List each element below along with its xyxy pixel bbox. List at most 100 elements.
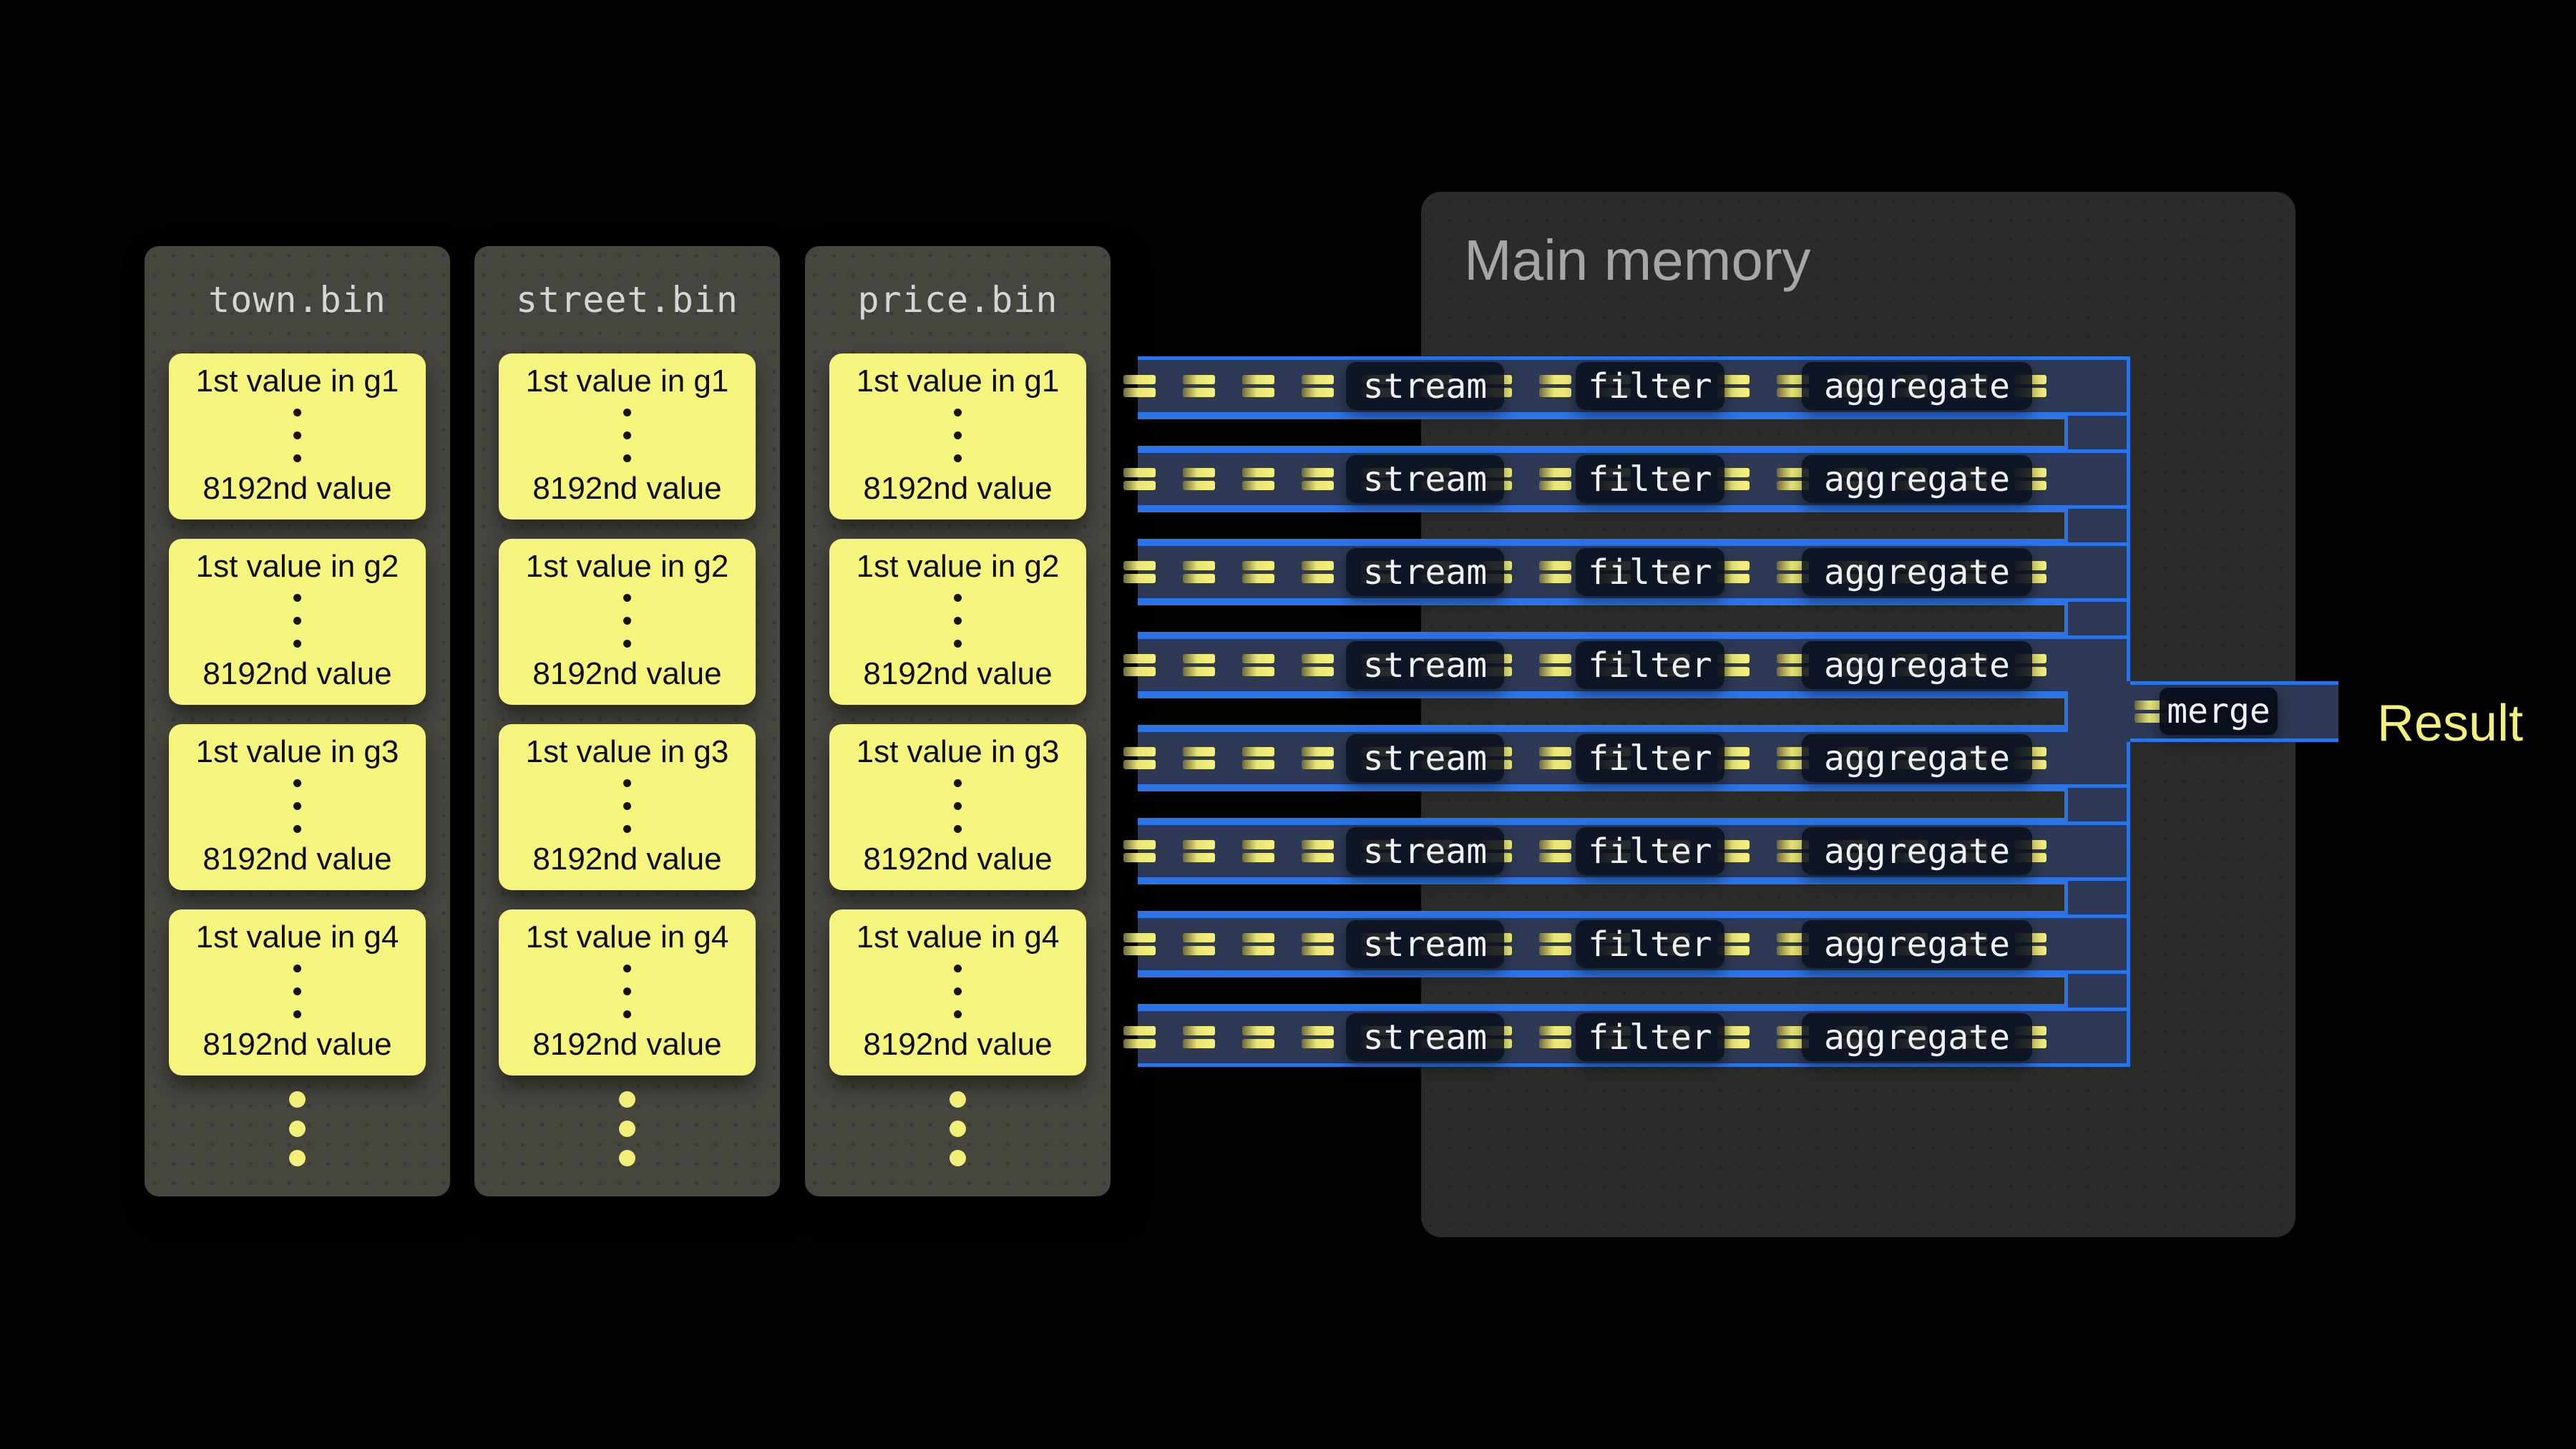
card-last-value: 8192nd value [863, 1028, 1052, 1061]
lane-spacer [1138, 602, 2068, 635]
pipeline-lane: streamfilteraggregate [1138, 542, 2130, 602]
stage-box-stream: stream [1346, 548, 1504, 596]
ellipsis-dot [950, 1150, 966, 1166]
lane-spacer [1138, 788, 2068, 821]
ellipsis-dot [954, 431, 962, 439]
file-title: street.bin [474, 279, 780, 321]
value-card: 1st value in g48192nd value [169, 909, 426, 1075]
pipeline-lane: streamfilteraggregate [1138, 635, 2130, 695]
value-card: 1st value in g38192nd value [829, 724, 1086, 890]
value-card: 1st value in g18192nd value [829, 353, 1086, 519]
stage-box-aggregate: aggregate [1802, 455, 2032, 503]
ellipsis-dot [289, 1121, 306, 1137]
card-first-value: 1st value in g3 [526, 736, 729, 769]
dash-mark [1302, 747, 1334, 769]
dash-mark [1123, 468, 1156, 490]
pipeline-lane: streamfilteraggregate [1138, 449, 2130, 509]
ellipsis-dot [954, 594, 962, 602]
stage-box-aggregate: aggregate [1802, 362, 2032, 410]
dash-mark [1539, 933, 1571, 955]
ellipsis-dot [954, 409, 962, 416]
stage-box-aggregate: aggregate [1802, 641, 2032, 689]
merge-box: merge [2160, 688, 2278, 735]
stage-box-filter: filter [1576, 734, 1724, 782]
card-first-value: 1st value in g3 [857, 736, 1060, 769]
stage-box-stream: stream [1346, 827, 1504, 875]
card-ellipsis [954, 409, 962, 462]
card-last-value: 8192nd value [532, 843, 721, 876]
dash-mark [1242, 747, 1274, 769]
dash-mark [1302, 933, 1334, 955]
file-title: price.bin [805, 279, 1111, 321]
pipeline-lane: streamfilteraggregate [1138, 1008, 2130, 1067]
ellipsis-dot [293, 987, 301, 995]
ellipsis-dot [293, 594, 301, 602]
card-last-value: 8192nd value [532, 658, 721, 691]
card-first-value: 1st value in g4 [857, 921, 1060, 954]
dash-mark [1242, 1026, 1274, 1048]
merge-band: merge [2068, 681, 2338, 742]
diagram-canvas: { "files": [ { "title": "town.bin", "car… [0, 0, 2576, 1449]
dash-mark [1242, 468, 1274, 490]
ellipsis-dot [623, 409, 631, 416]
stage-box-aggregate: aggregate [1802, 734, 2032, 782]
value-card: 1st value in g3 8192nd value [499, 724, 756, 890]
dash-mark [1183, 933, 1215, 955]
ellipsis-dot [293, 1010, 301, 1018]
ellipsis-dot [293, 825, 301, 833]
file-box-price.bin: price.bin 1st value in g18192nd value 1st … [805, 246, 1111, 1196]
value-card: 1st value in g4 8192nd value [829, 909, 1086, 1075]
ellipsis-dot [950, 1091, 966, 1108]
dash-mark [1302, 840, 1334, 862]
dash-mark [1302, 654, 1334, 676]
dash-mark [1539, 747, 1571, 769]
dash-mark [1242, 561, 1274, 583]
lane-spacer [1138, 509, 2068, 542]
ellipsis-dot [623, 594, 631, 602]
card-ellipsis [293, 594, 301, 648]
pipeline-lane: streamfilteraggregate [1138, 356, 2130, 416]
dash-mark [1539, 840, 1571, 862]
file-box-street.bin: street.bin1st value in g18192nd value1st… [474, 246, 780, 1196]
card-ellipsis [954, 965, 962, 1018]
card-ellipsis [623, 409, 631, 462]
card-last-value: 8192nd value [203, 658, 391, 691]
ellipsis-dot [623, 779, 631, 787]
dash-mark [1183, 1026, 1215, 1048]
ellipsis-dot [619, 1091, 635, 1108]
ellipsis-dot [954, 802, 962, 810]
card-last-value: 8192nd value [532, 1028, 721, 1061]
ellipsis-dot [293, 431, 301, 439]
ellipsis-dot [293, 640, 301, 648]
merge-band-top-edge [2130, 681, 2338, 685]
ellipsis-dot [623, 1010, 631, 1018]
ellipsis-dot [623, 802, 631, 810]
lane-spacer [1138, 974, 2068, 1008]
ellipsis-dot [623, 965, 631, 972]
ellipsis-dot [954, 1010, 962, 1018]
card-ellipsis [293, 965, 301, 1018]
ellipsis-dot [954, 617, 962, 625]
merge-band-bottom-edge [2130, 738, 2338, 742]
dash-mark [1302, 468, 1334, 490]
ellipsis-dot [623, 987, 631, 995]
ellipsis-dot [950, 1121, 966, 1137]
card-first-value: 1st value in g1 [196, 365, 399, 398]
ellipsis-dot [954, 825, 962, 833]
ellipsis-dot [293, 454, 301, 462]
card-first-value: 1st value in g2 [196, 550, 399, 583]
dash-mark [1539, 1026, 1571, 1048]
card-last-value: 8192nd value [863, 658, 1052, 691]
card-list: 1st value in g1 8192nd value 1st value in … [169, 353, 426, 1075]
pipeline-lane: streamfilteraggregate [1138, 728, 2130, 788]
card-ellipsis [623, 594, 631, 648]
dash-mark [1539, 375, 1571, 397]
dash-mark [1539, 561, 1571, 583]
main-memory-title: Main memory [1464, 228, 1811, 293]
ellipsis-dot [293, 617, 301, 625]
card-last-value: 8192nd value [532, 472, 721, 505]
dash-mark [1242, 840, 1274, 862]
card-first-value: 1st value in g4 [196, 921, 399, 954]
card-first-value: 1st value in g3 [196, 736, 399, 769]
card-first-value: 1st value in g2 [857, 550, 1060, 583]
